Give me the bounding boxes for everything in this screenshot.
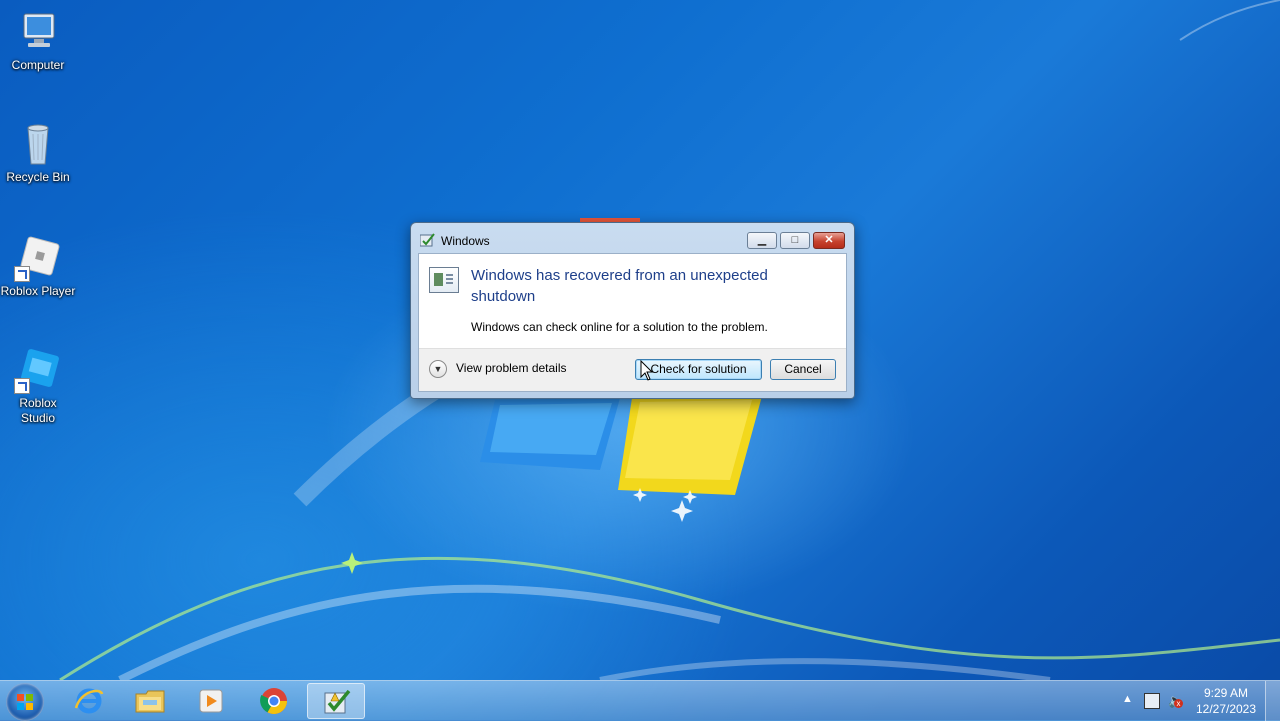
dialog-message: Windows can check online for a solution … — [471, 320, 768, 334]
show-desktop-button[interactable] — [1265, 681, 1280, 721]
taskbar-problem-reporting[interactable] — [307, 683, 365, 719]
media-player-icon — [199, 689, 223, 713]
cancel-button[interactable]: Cancel — [770, 359, 836, 380]
recycle-bin-icon — [14, 120, 62, 168]
maximize-button[interactable]: □ — [780, 232, 810, 249]
internet-explorer-icon — [74, 688, 104, 714]
network-icon[interactable] — [1144, 693, 1160, 709]
roblox-player-icon — [14, 234, 62, 282]
dialog-headline: Windows has recovered from an unexpected… — [471, 267, 768, 305]
desktop-icon-roblox-player[interactable]: Roblox Player — [0, 234, 76, 299]
dialog-footer: ▼ View problem details Check for solutio… — [419, 348, 846, 391]
dialog-titlebar[interactable]: Windows ▁ □ ✕ — [411, 223, 854, 251]
check-for-solution-button[interactable]: Check for solution — [635, 359, 762, 380]
mute-icon: x — [1174, 699, 1183, 708]
computer-icon — [14, 8, 62, 56]
problem-reporting-icon — [324, 689, 351, 714]
clock[interactable]: 9:29 AM 12/27/2023 — [1194, 685, 1258, 717]
desktop-icon-recycle-bin[interactable]: Recycle Bin — [0, 120, 76, 185]
chrome-icon — [260, 688, 287, 714]
dialog-title: Windows — [441, 234, 490, 248]
shortcut-arrow-icon — [14, 266, 30, 282]
desktop-icon-label: Computer — [11, 58, 65, 72]
roblox-studio-icon — [14, 346, 62, 394]
start-button[interactable] — [6, 683, 44, 721]
desktop-icon-label: Roblox Player — [0, 284, 76, 298]
desktop-icon-label: Roblox Studio — [19, 396, 57, 425]
taskbar-media-player[interactable] — [182, 683, 240, 719]
minimize-button[interactable]: ▁ — [747, 232, 777, 249]
system-tray: ▲ 🔈 x 9:29 AM 12/27/2023 — [1116, 681, 1266, 721]
dialog-content: Windows has recovered from an unexpected… — [418, 253, 847, 392]
file-explorer-icon — [135, 690, 165, 713]
problem-reporting-icon — [419, 233, 436, 250]
taskbar-internet-explorer[interactable] — [60, 683, 118, 719]
taskbar-chrome[interactable] — [245, 683, 303, 719]
close-icon: ✕ — [824, 234, 834, 246]
taskbar: ▲ 🔈 x 9:29 AM 12/27/2023 — [0, 680, 1280, 721]
taskbar-file-explorer[interactable] — [121, 683, 179, 719]
desktop-icon-label: Recycle Bin — [6, 170, 70, 184]
tray-overflow-icon[interactable]: ▲ — [1122, 693, 1133, 705]
maximize-icon: □ — [791, 234, 799, 246]
clock-date: 12/27/2023 — [1195, 702, 1257, 716]
recovery-dialog: Windows ▁ □ ✕ Windows has recovered from… — [410, 222, 855, 399]
details-label: View problem details — [456, 361, 567, 375]
close-button[interactable]: ✕ — [813, 232, 845, 249]
windows-flag-icon — [17, 694, 33, 710]
desktop-icon-computer[interactable]: Computer — [0, 8, 76, 73]
desktop-icon-roblox-studio[interactable]: Roblox Studio — [0, 346, 76, 426]
mouse-cursor-icon — [640, 360, 654, 381]
minimize-icon: ▁ — [757, 234, 767, 246]
chevron-down-icon: ▼ — [429, 360, 447, 378]
shortcut-arrow-icon — [14, 378, 30, 394]
clock-time: 9:29 AM — [1203, 686, 1249, 700]
event-report-icon — [429, 267, 459, 293]
